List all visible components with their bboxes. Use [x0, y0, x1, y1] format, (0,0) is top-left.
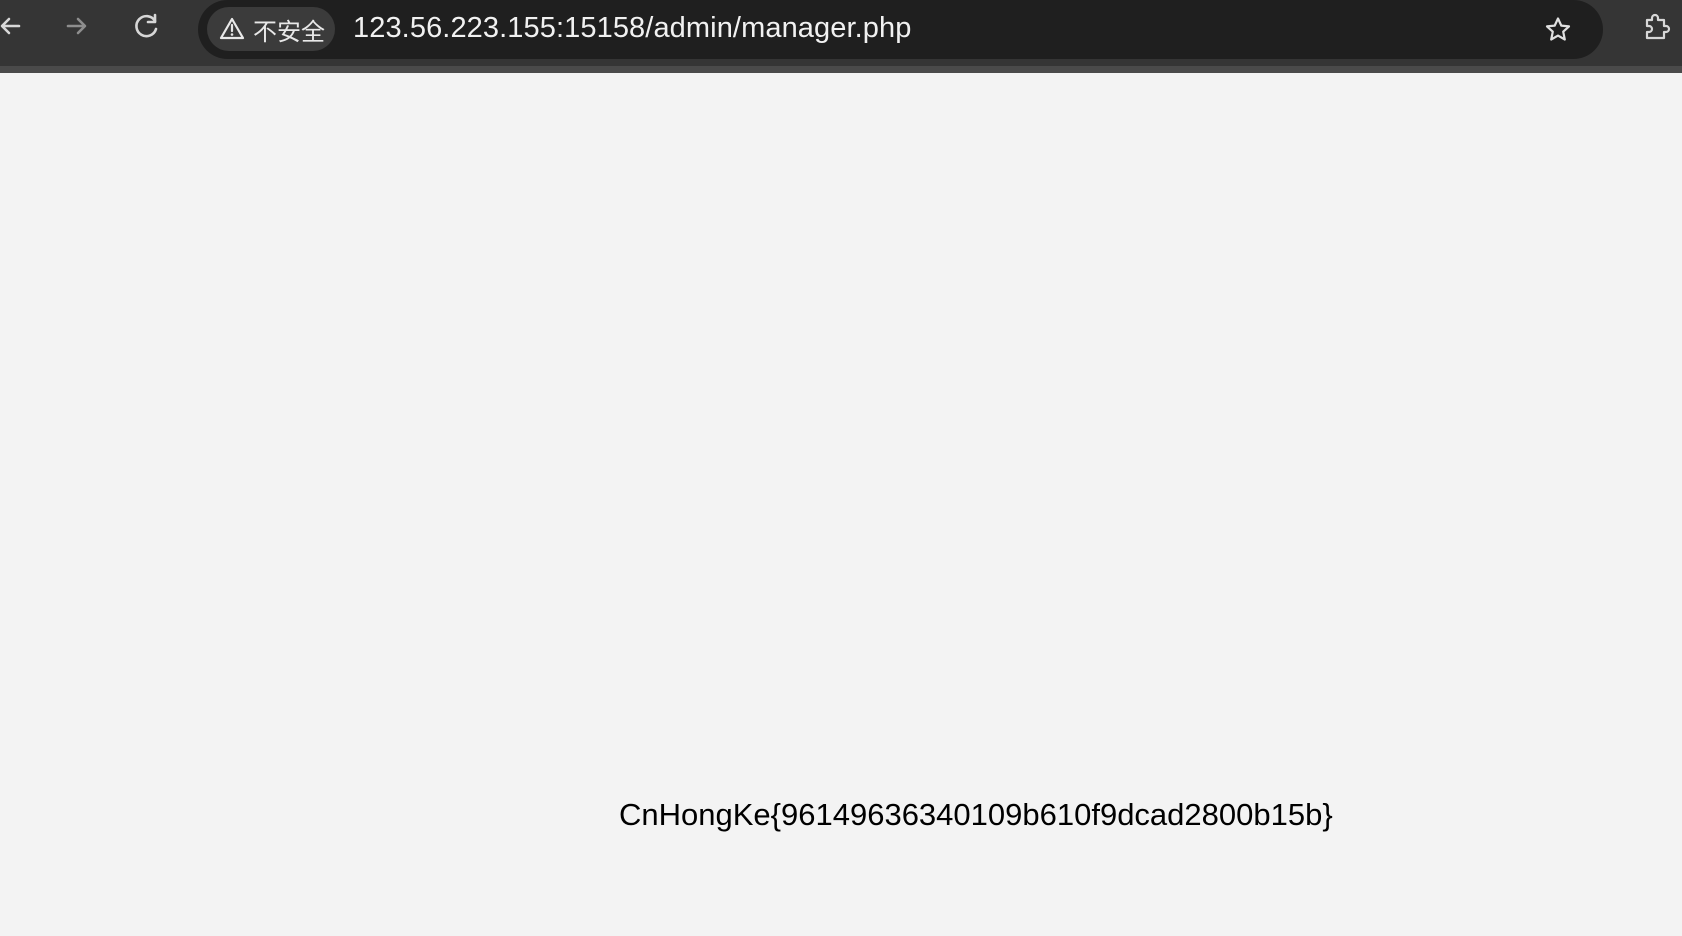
- security-label: 不安全: [253, 17, 325, 46]
- address-bar[interactable]: 不安全 123.56.223.155:15158/admin/manager.p…: [198, 0, 1603, 59]
- arrow-right-icon: [66, 17, 87, 35]
- reload-icon: [135, 13, 158, 38]
- flag-text: CnHongKe{96149636340109b610f9dcad2800b15…: [619, 797, 1333, 832]
- warning-triangle-icon: [219, 17, 245, 40]
- puzzle-icon: [1645, 13, 1671, 40]
- back-button[interactable]: [0, 6, 30, 46]
- forward-button[interactable]: [57, 6, 97, 46]
- bookmark-button[interactable]: [1538, 10, 1578, 50]
- star-outline-icon: [1545, 17, 1571, 41]
- arrow-left-icon: [0, 17, 21, 35]
- extensions-button[interactable]: [1636, 7, 1676, 47]
- page-content: CnHongKe{96149636340109b610f9dcad2800b15…: [0, 73, 1682, 936]
- reload-button[interactable]: [127, 6, 167, 46]
- url-text[interactable]: 123.56.223.155:15158/admin/manager.php: [353, 9, 911, 47]
- security-indicator[interactable]: 不安全: [207, 7, 335, 51]
- browser-toolbar: 不安全 123.56.223.155:15158/admin/manager.p…: [0, 0, 1682, 73]
